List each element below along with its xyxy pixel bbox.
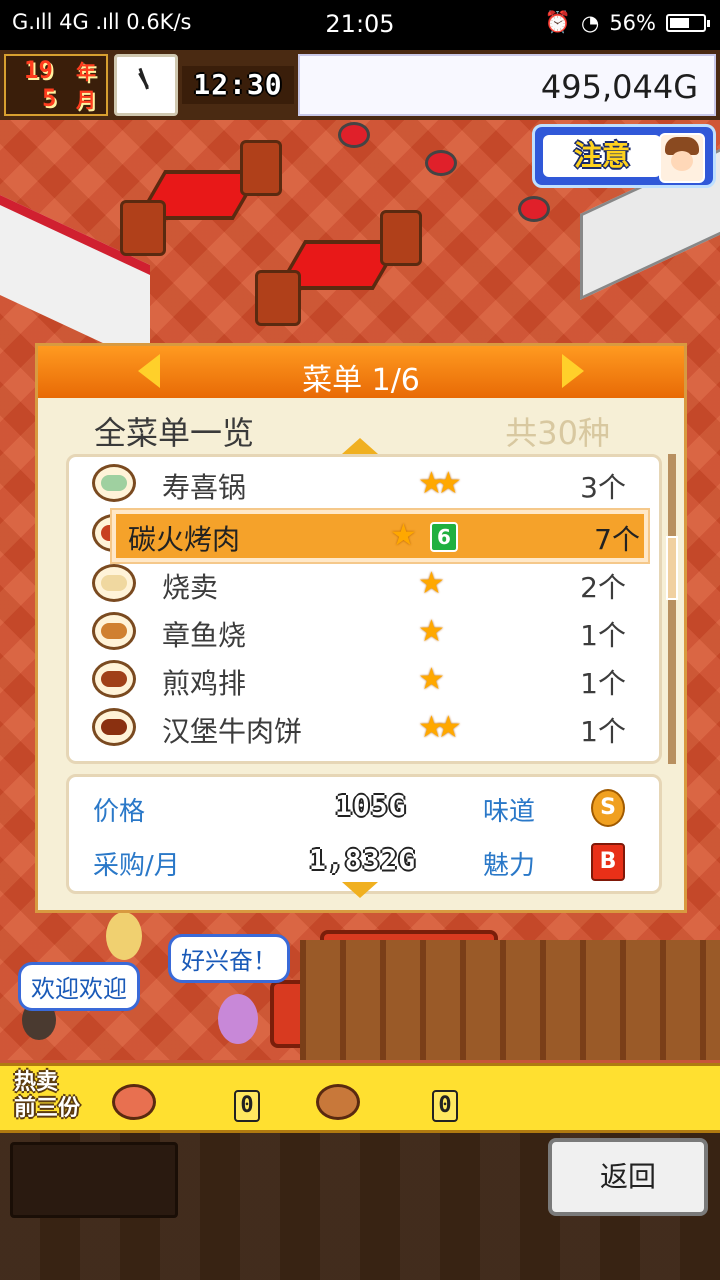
year-unit: 年 — [76, 60, 96, 84]
chair — [120, 200, 166, 256]
month-unit: 月 — [76, 88, 96, 112]
menu-item[interactable]: 煎鸡排 ★ 1个 — [78, 656, 648, 704]
star-rating: ★ — [390, 518, 417, 553]
status-bar: G.ıll 4G .ıll 0.6K/s 21:05 ⏰ ◔ 56% — [0, 0, 720, 50]
advisor-icon — [659, 133, 705, 183]
menu-item-name: 章鱼烧 — [162, 619, 247, 652]
customer — [106, 912, 142, 960]
year-value: 19 — [24, 56, 53, 84]
scroll-up-icon[interactable] — [342, 438, 378, 454]
game-time-value: 12:30 — [193, 68, 283, 101]
menu-item-qty: 1个 — [580, 715, 626, 748]
menu-item-name: 汉堡牛肉饼 — [162, 715, 303, 748]
star-rating: ★★ — [418, 466, 462, 501]
chair — [380, 210, 422, 266]
takoyaki-icon — [92, 612, 136, 650]
purchase-label: 采购/月 — [93, 851, 180, 881]
top-sellers-label-line1: 热卖 — [14, 1070, 59, 1095]
top-sellers-label: 热卖 前三份 — [14, 1070, 80, 1122]
chair — [255, 270, 301, 326]
menu-item-name: 寿喜锅 — [162, 471, 247, 504]
wifi-icon: ◔ — [580, 10, 600, 35]
stool — [518, 196, 550, 222]
menu-total-count: 共30种 — [505, 414, 610, 452]
menu-item-name: 煎鸡排 — [162, 667, 247, 700]
menu-panel: 菜单 1/6 全菜单一览 共30种 寿喜锅 ★★ 3个 碳火烤肉 ★ 6 7个 … — [35, 343, 687, 913]
alarm-icon: ⏰ — [544, 10, 571, 34]
sales-count: 0 — [432, 1090, 458, 1122]
top-sellers-label-line2: 前三份 — [14, 1096, 81, 1121]
status-icons: ⏰ ◔ 56% — [544, 10, 710, 35]
star-rating: ★ — [418, 662, 445, 697]
menu-item-qty: 1个 — [580, 667, 626, 700]
chair — [240, 140, 282, 196]
notice-button[interactable]: 注意 — [532, 124, 716, 188]
menu-item-qty: 3个 — [580, 471, 626, 504]
customer — [218, 994, 258, 1044]
menu-header: 菜单 1/6 — [38, 346, 684, 398]
list-title: 全菜单一览 — [94, 414, 255, 452]
next-page-arrow-icon[interactable] — [562, 354, 584, 388]
taste-label: 味道 — [483, 797, 536, 827]
star-rating: ★ — [418, 614, 445, 649]
star-rating: ★ — [418, 566, 445, 601]
wooden-floor — [300, 940, 720, 1060]
chicken-cutlet-icon — [92, 660, 136, 698]
menu-item-name: 碳火烤肉 — [128, 523, 241, 556]
money-value: 495,044G — [540, 68, 698, 106]
money-display: 495,044G — [298, 54, 716, 116]
shumai-icon — [92, 564, 136, 602]
speech-bubble: 欢迎欢迎 — [18, 962, 140, 1011]
menu-title: 菜单 1/6 — [302, 363, 420, 398]
taste-grade-badge: S — [591, 789, 625, 827]
sales-count: 0 — [234, 1090, 260, 1122]
purchase-value: 1,832G — [309, 843, 417, 876]
stool — [338, 122, 370, 148]
menu-item[interactable]: 章鱼烧 ★ 1个 — [78, 608, 648, 656]
menu-item[interactable]: 烧卖 ★ 2个 — [78, 560, 648, 608]
menu-item-selected[interactable]: 碳火烤肉 ★ 6 7个 — [112, 510, 648, 562]
star-rating: ★★ — [418, 710, 462, 745]
dish-info: 价格 105G 味道 S 采购/月 1,832G 魅力 B — [66, 774, 662, 894]
charm-grade-badge: B — [591, 843, 625, 881]
charm-label: 魅力 — [483, 851, 536, 881]
menu-item-qty: 1个 — [580, 619, 626, 652]
menu-item-name: 烧卖 — [162, 571, 219, 604]
month-value: 5 — [42, 84, 57, 112]
dish-icon — [112, 1084, 156, 1120]
price-value: 105G — [335, 789, 407, 822]
clock-icon — [114, 54, 178, 116]
level-badge: 6 — [430, 522, 458, 552]
top-sellers-bar — [0, 1063, 720, 1133]
menu-item-qty: 7个 — [594, 523, 640, 556]
menu-item[interactable]: 汉堡牛肉饼 ★★ 1个 — [78, 704, 648, 752]
game-time: 12:30 — [182, 66, 294, 104]
back-button[interactable]: 返回 — [548, 1138, 708, 1216]
speech-bubble: 好兴奋！ — [168, 934, 290, 983]
scrollbar-thumb[interactable] — [666, 536, 678, 600]
hotpot-icon — [92, 464, 136, 502]
menu-item-qty: 2个 — [580, 571, 626, 604]
battery-percent: 56% — [609, 10, 656, 35]
hamburg-steak-icon — [92, 708, 136, 746]
scroll-down-icon[interactable] — [342, 882, 378, 898]
empty-slot — [10, 1142, 178, 1218]
price-label: 价格 — [93, 797, 146, 827]
dish-icon — [316, 1084, 360, 1120]
stool — [425, 150, 457, 176]
battery-icon — [666, 13, 710, 32]
menu-item[interactable]: 寿喜锅 ★★ 3个 — [78, 460, 648, 508]
scrollbar[interactable] — [668, 454, 676, 764]
notice-label: 注意 — [543, 135, 661, 177]
date-display: 19 年 5 月 — [4, 54, 108, 116]
